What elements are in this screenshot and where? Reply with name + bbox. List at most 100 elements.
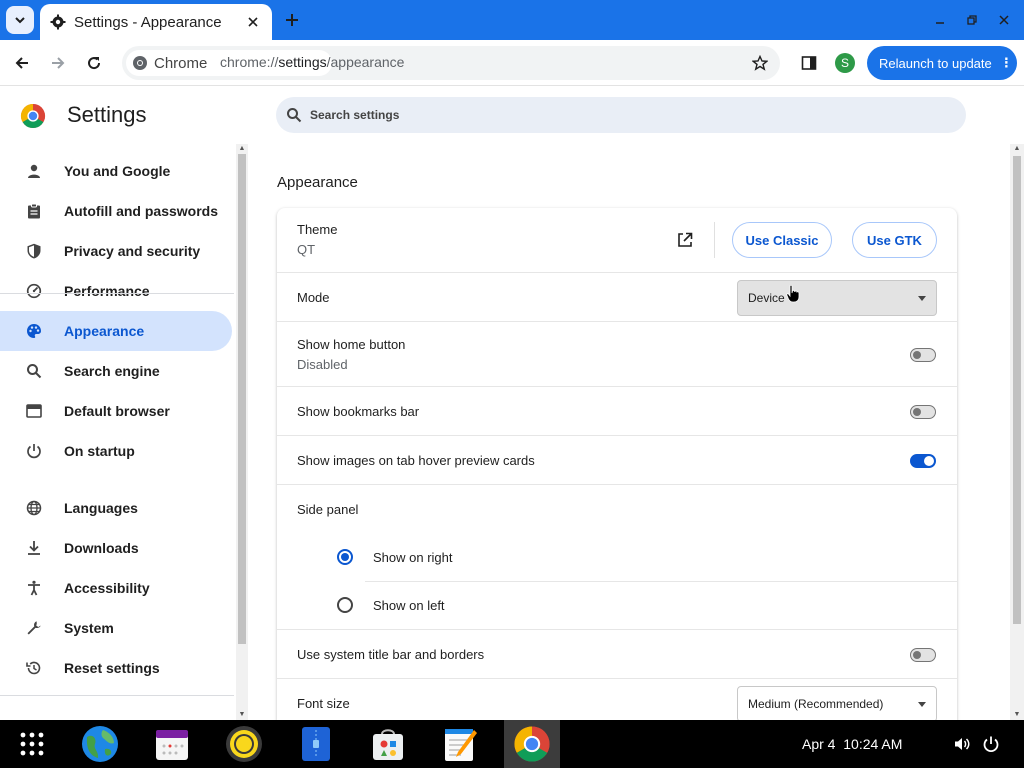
- speaker-icon: [955, 738, 970, 750]
- scroll-down-arrow-icon[interactable]: ▼: [1011, 710, 1023, 720]
- accessibility-icon: [24, 578, 44, 598]
- url-prefix: chrome://: [220, 54, 279, 70]
- hover-cards-toggle[interactable]: [910, 454, 936, 468]
- side-panel-button[interactable]: [796, 50, 822, 76]
- hover-cards-row[interactable]: Show images on tab hover preview cards: [277, 435, 957, 484]
- chrome-logo-icon: [20, 104, 46, 129]
- theme-row: Theme QT Use Classic Use GTK: [277, 208, 957, 272]
- sidebar-item-downloads[interactable]: Downloads: [0, 528, 232, 568]
- section-title: Appearance: [277, 174, 358, 191]
- address-bar[interactable]: Chrome chrome://settings/appearance: [122, 46, 780, 80]
- bookmark-star-button[interactable]: [750, 53, 770, 73]
- sidebar-item-languages[interactable]: Languages: [0, 488, 232, 528]
- documents-app-button[interactable]: [296, 724, 336, 764]
- back-button[interactable]: [9, 50, 35, 76]
- sidebar-item-you-and-google[interactable]: You and Google: [0, 151, 232, 191]
- settings-sidebar: You and Google Autofill and passwords Pr…: [0, 150, 234, 720]
- title-bar-row[interactable]: Use system title bar and borders: [277, 629, 957, 678]
- sidebar-item-label: You and Google: [64, 163, 171, 179]
- tab-search-button[interactable]: [6, 6, 34, 34]
- scrollbar-thumb[interactable]: [238, 154, 246, 644]
- notes-app-button[interactable]: [440, 724, 480, 764]
- use-gtk-button[interactable]: Use GTK: [852, 222, 937, 258]
- font-size-select[interactable]: Medium (Recommended): [737, 686, 937, 722]
- power-button[interactable]: [979, 724, 1003, 764]
- show-on-right-label[interactable]: Show on right: [373, 550, 453, 565]
- sidebar-item-appearance[interactable]: Appearance: [0, 311, 232, 351]
- bookmarks-bar-toggle[interactable]: [910, 405, 936, 419]
- use-classic-button[interactable]: Use Classic: [732, 222, 832, 258]
- title-bar-toggle[interactable]: [910, 648, 936, 662]
- search-icon: [24, 361, 44, 381]
- sidebar-item-label: Reset settings: [64, 660, 160, 676]
- new-tab-button[interactable]: [282, 10, 302, 30]
- profile-avatar[interactable]: S: [835, 53, 855, 73]
- clipboard-icon: [24, 201, 44, 221]
- sidebar-item-autofill[interactable]: Autofill and passwords: [0, 191, 232, 231]
- sidebar-item-performance[interactable]: Performance: [0, 271, 232, 311]
- volume-button[interactable]: [950, 724, 974, 764]
- show-on-left-label[interactable]: Show on left: [373, 598, 445, 613]
- music-player-icon: [226, 726, 262, 762]
- search-settings-input[interactable]: Search settings: [276, 97, 966, 133]
- browser-app-button[interactable]: [80, 724, 120, 764]
- url-path: /appearance: [326, 54, 405, 70]
- power-icon: [24, 441, 44, 461]
- sidebar-item-default-browser[interactable]: Default browser: [0, 391, 232, 431]
- restore-icon: [967, 15, 977, 25]
- show-on-left-radio[interactable]: [337, 597, 353, 613]
- arrow-left-icon: [15, 57, 28, 69]
- system-clock[interactable]: Apr 4 10:24 AM: [802, 736, 902, 752]
- bookmarks-bar-row[interactable]: Show bookmarks bar: [277, 386, 957, 435]
- chrome-app-button[interactable]: [504, 720, 560, 768]
- home-button-toggle[interactable]: [910, 348, 936, 362]
- reload-button[interactable]: [81, 50, 107, 76]
- font-size-select-value: Medium (Recommended): [748, 697, 884, 711]
- show-on-right-radio[interactable]: [337, 549, 353, 565]
- store-app-button[interactable]: [368, 724, 408, 764]
- search-icon: [287, 108, 302, 123]
- active-tab[interactable]: Settings - Appearance: [40, 4, 272, 40]
- scroll-up-arrow-icon[interactable]: ▲: [236, 144, 248, 154]
- sidebar-item-label: Privacy and security: [64, 243, 201, 259]
- dropdown-caret-icon: [918, 702, 926, 707]
- music-app-button[interactable]: [224, 724, 264, 764]
- sidebar-item-label: Performance: [64, 283, 150, 299]
- scroll-up-arrow-icon[interactable]: ▲: [1011, 144, 1023, 154]
- restore-button[interactable]: [962, 10, 982, 30]
- sidebar-item-system[interactable]: System: [0, 608, 232, 648]
- tab-title: Settings - Appearance: [74, 13, 222, 31]
- hover-cards-title: Show images on tab hover preview cards: [297, 453, 535, 468]
- sidebar-scrollbar[interactable]: ▲ ▼: [236, 144, 248, 720]
- content-scrollbar[interactable]: ▲ ▼: [1010, 144, 1024, 720]
- tab-strip: Settings - Appearance: [0, 0, 1024, 40]
- relaunch-to-update-button[interactable]: Relaunch to update ⋮: [867, 46, 1017, 80]
- url-text[interactable]: chrome://settings/appearance: [220, 54, 404, 70]
- calendar-app-button[interactable]: [152, 724, 192, 764]
- palette-icon: [24, 321, 44, 341]
- sidebar-item-label: Search engine: [64, 363, 160, 379]
- open-in-new-icon[interactable]: [675, 230, 695, 250]
- sidebar-item-label: System: [64, 620, 114, 636]
- bookmarks-bar-title: Show bookmarks bar: [297, 404, 420, 419]
- sidebar-item-reset-settings[interactable]: Reset settings: [0, 648, 232, 688]
- sidebar-item-privacy[interactable]: Privacy and security: [0, 231, 232, 271]
- plus-icon: [286, 14, 298, 26]
- forward-button[interactable]: [45, 50, 71, 76]
- scroll-down-arrow-icon[interactable]: ▼: [236, 710, 248, 720]
- theme-value: QT: [297, 242, 316, 257]
- launcher-button[interactable]: [12, 724, 52, 764]
- minimize-button[interactable]: [930, 10, 950, 30]
- sidebar-item-search-engine[interactable]: Search engine: [0, 351, 232, 391]
- mode-select[interactable]: Device: [737, 280, 937, 316]
- home-button-row[interactable]: Show home button Disabled: [277, 321, 957, 386]
- appearance-card: Theme QT Use Classic Use GTK Mode Device…: [277, 208, 957, 728]
- mode-select-value: Device: [748, 291, 785, 305]
- sidebar-item-accessibility[interactable]: Accessibility: [0, 568, 232, 608]
- sidebar-item-label: Appearance: [64, 323, 145, 339]
- scrollbar-thumb[interactable]: [1013, 156, 1021, 624]
- close-window-button[interactable]: [994, 10, 1014, 30]
- sidebar-item-on-startup[interactable]: On startup: [0, 431, 232, 471]
- tab-close-button[interactable]: [244, 13, 262, 31]
- clock-time: 10:24 AM: [843, 736, 903, 752]
